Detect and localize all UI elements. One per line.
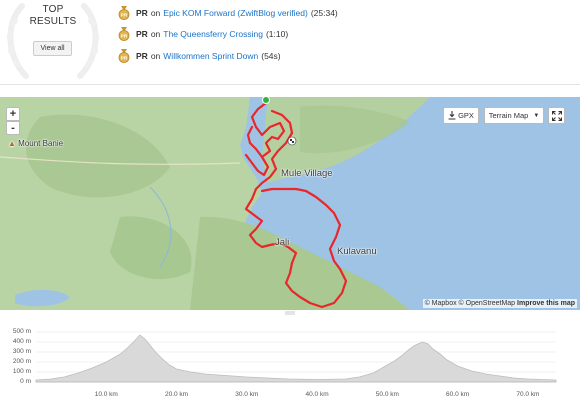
top-results-title: TOP RESULTS [16,4,90,28]
top-results-section: TOP RESULTS View all PR PR on Epic KOM F… [0,0,580,86]
elevation-y-tick-label: 400 m [12,338,31,345]
gpx-download-button[interactable]: GPX [443,107,479,124]
segment-time: (54s) [261,51,281,61]
download-icon [448,111,456,120]
pr-medal-icon: PR [118,27,130,41]
mapbox-attribution-link[interactable]: © Mapbox [425,300,457,307]
svg-text:PR: PR [121,56,128,61]
elevation-x-tick-label: 70.0 km [516,391,540,398]
segment-time: (1:10) [265,29,289,39]
pr-medal-icon: PR [118,6,130,20]
elevation-y-tick-label: 500 m [12,328,31,335]
gpx-label: GPX [458,111,474,120]
osm-attribution-link[interactable]: © OpenStreetMap [459,300,516,307]
section-divider [0,84,580,85]
segment-link-epic-kom-forward[interactable]: Epic KOM Forward (ZwiftBlog verified) [163,8,308,18]
pr-on-text: on [150,8,161,18]
top-results-title-line1: TOP [42,4,64,15]
map-resize-handle-icon[interactable] [283,310,297,316]
segment-link-willkommen-sprint-down[interactable]: Willkommen Sprint Down [163,51,258,61]
elevation-y-tick-label: 100 m [12,368,31,375]
fullscreen-icon [551,110,562,121]
view-all-button[interactable]: View all [33,41,72,56]
elevation-plot [35,331,557,383]
elevation-y-tick-label: 300 m [12,348,31,355]
svg-text:PR: PR [121,34,128,39]
map-type-label: Terrain Map [488,111,529,120]
elevation-profile-chart[interactable]: 500 m 400 m 300 m 200 m 100 m 0 m 10.0 km 20.0… [0,318,580,400]
place-label-mount-banie: ▲ Mount Banie [8,139,63,148]
place-label-jali: Jali [275,237,290,248]
pr-list-item: PR PR on Epic KOM Forward (ZwiftBlog ver… [118,4,338,22]
fullscreen-button[interactable] [548,107,565,124]
elevation-x-tick-label: 40.0 km [305,391,329,398]
place-label-text: Mount Banie [18,139,64,148]
pr-list-item: PR PR on Willkommen Sprint Down (54s) [118,47,281,65]
start-marker-icon [262,97,270,104]
zoom-in-button[interactable]: + [6,107,20,121]
pr-medal-icon: PR [118,49,130,63]
pr-badge-text: PR [136,51,148,61]
elevation-x-tick-label: 10.0 km [94,391,118,398]
place-label-kulavanu: Kulavanu [337,246,377,257]
pr-badge-text: PR [136,29,148,39]
top-results-title-line2: RESULTS [29,16,77,27]
pr-on-text: on [150,29,161,39]
segment-link-queensferry-crossing[interactable]: The Queensferry Crossing [163,29,263,39]
pr-list-item: PR PR on The Queensferry Crossing (1:10) [118,25,288,43]
caret-down-icon: ▼ [533,112,540,119]
elevation-y-tick-label: 0 m [20,378,31,385]
zoom-out-button[interactable]: - [6,121,20,135]
elevation-x-tick-label: 50.0 km [375,391,399,398]
map-type-dropdown[interactable]: Terrain Map ▼ [484,107,544,124]
svg-text:PR: PR [121,13,128,18]
elevation-y-tick-label: 200 m [12,358,31,365]
pr-on-text: on [150,51,161,61]
place-label-mule-village: Mule Village [281,168,333,179]
map-terrain [0,97,430,310]
elevation-x-tick-label: 30.0 km [235,391,259,398]
segment-time: (25:34) [310,8,338,18]
route-map[interactable]: + - ▲ Mount Banie Mule Village Jali Kula… [0,97,580,310]
map-attribution: © Mapbox © OpenStreetMap Improve this ma… [422,299,577,308]
elevation-x-tick-label: 20.0 km [164,391,189,398]
elevation-x-tick-label: 60.0 km [446,391,470,398]
peak-icon: ▲ [8,139,16,148]
improve-map-link[interactable]: Improve this map [517,300,575,307]
checkered-flag-icon [287,136,297,146]
pr-badge-text: PR [136,8,148,18]
